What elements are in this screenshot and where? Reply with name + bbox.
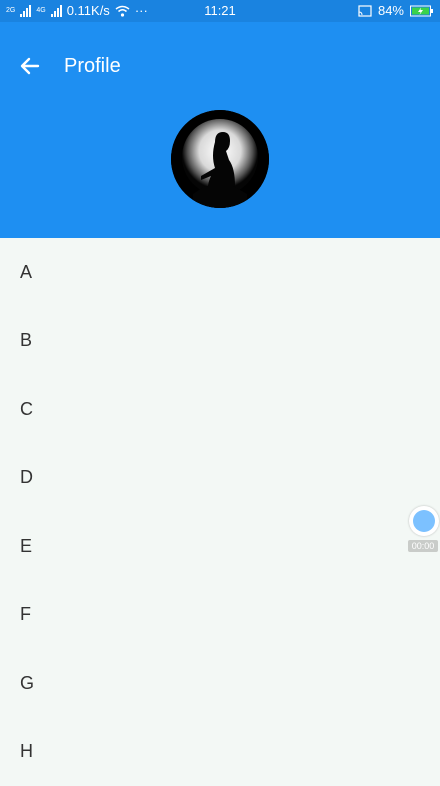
list-item-label: G — [20, 673, 34, 694]
battery-charging-icon — [410, 5, 434, 17]
list-item-label: C — [20, 399, 33, 420]
list-item[interactable]: D — [0, 444, 440, 513]
back-arrow-icon[interactable] — [18, 54, 42, 78]
letter-list: A B C D E F G H — [0, 238, 440, 786]
avatar[interactable] — [171, 110, 269, 208]
status-right: 84% — [358, 3, 434, 18]
list-item[interactable]: A — [0, 238, 440, 307]
record-timer: 00:00 — [408, 540, 438, 552]
list-item[interactable]: B — [0, 307, 440, 376]
page-title: Profile — [64, 55, 121, 78]
list-item-label: F — [20, 604, 31, 625]
list-item-label: A — [20, 262, 32, 283]
list-item[interactable]: G — [0, 649, 440, 718]
list-item-label: D — [20, 467, 33, 488]
list-item[interactable]: F — [0, 581, 440, 650]
list-item-label: B — [20, 330, 32, 351]
list-item[interactable]: E — [0, 512, 440, 581]
list-item[interactable]: H — [0, 718, 440, 786]
cast-icon — [358, 5, 372, 17]
list-item-label: E — [20, 536, 32, 557]
list-item-label: H — [20, 741, 33, 762]
list-item[interactable]: C — [0, 375, 440, 444]
avatar-image — [171, 110, 269, 208]
battery-percent: 84% — [378, 3, 404, 18]
profile-header: Profile — [0, 22, 440, 238]
floating-record-button[interactable] — [409, 506, 439, 536]
status-bar: 2G 4G 0.11K/s ··· 11:21 84% — [0, 0, 440, 22]
record-dot-icon — [413, 510, 435, 532]
